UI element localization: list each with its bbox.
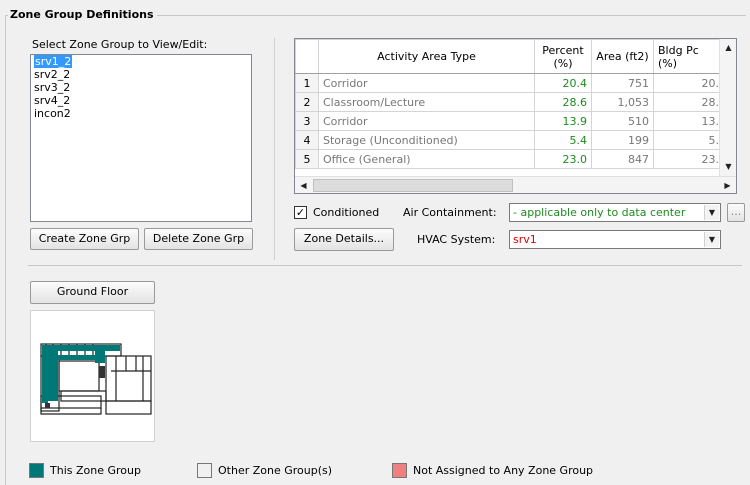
vertical-divider (274, 38, 275, 260)
floor-plan-thumbnail (40, 343, 152, 415)
list-item[interactable]: srv3_2 (31, 81, 251, 94)
percent-cell[interactable]: 20.4 (534, 73, 592, 93)
row-number: 4 (295, 130, 319, 150)
area-cell: 847 (591, 149, 654, 169)
activity-area-grid[interactable]: Activity Area Type Percent (%) Area (ft2)… (294, 38, 737, 194)
bldg-percent-cell: 5. (653, 130, 724, 150)
column-header-percent[interactable]: Percent (%) (534, 39, 592, 74)
other-zone-group-label: Other Zone Group(s) (218, 464, 333, 477)
percent-cell[interactable]: 28.6 (534, 92, 592, 112)
ground-floor-button[interactable]: Ground Floor (30, 281, 155, 304)
triangle-left-icon[interactable]: ◀ (295, 177, 312, 193)
activity-type-cell[interactable]: Classroom/Lecture (318, 92, 535, 112)
list-item[interactable]: srv1_2 (31, 55, 251, 68)
list-item[interactable]: srv2_2 (31, 68, 251, 81)
activity-type-cell[interactable]: Office (General) (318, 149, 535, 169)
air-containment-dropdown[interactable]: - applicable only to data center ▼ (509, 203, 721, 222)
area-cell: 1,053 (591, 92, 654, 112)
air-containment-more-button[interactable]: ... (727, 203, 745, 222)
horizontal-divider (28, 265, 742, 266)
row-number: 5 (295, 149, 319, 169)
conditioned-checkbox[interactable]: ✓ (294, 206, 307, 219)
row-number: 2 (295, 92, 319, 112)
activity-type-cell[interactable]: Corridor (318, 73, 535, 93)
list-item[interactable]: srv4_2 (31, 94, 251, 107)
not-assigned-label: Not Assigned to Any Zone Group (413, 464, 594, 477)
triangle-up-icon[interactable]: ▲ (720, 39, 736, 56)
table-row[interactable]: 5 Office (General) 23.0 847 23. (295, 149, 724, 169)
list-item[interactable]: incon2 (31, 107, 251, 120)
table-row[interactable]: 4 Storage (Unconditioned) 5.4 199 5. (295, 130, 724, 150)
delete-zone-group-button[interactable]: Delete Zone Grp (144, 228, 253, 250)
groupbox-border-left (5, 15, 6, 485)
bldg-percent-cell: 23. (653, 149, 724, 169)
triangle-right-icon[interactable]: ▶ (719, 177, 736, 193)
conditioned-label: Conditioned (313, 206, 380, 219)
percent-cell[interactable]: 13.9 (534, 111, 592, 131)
activity-type-cell[interactable]: Storage (Unconditioned) (318, 130, 535, 150)
table-header-row: Activity Area Type Percent (%) Area (ft2)… (295, 39, 724, 74)
not-assigned-swatch (392, 463, 407, 478)
activity-type-cell[interactable]: Corridor (318, 111, 535, 131)
row-number-header (295, 39, 319, 74)
area-cell: 751 (591, 73, 654, 93)
row-number: 1 (295, 73, 319, 93)
hvac-system-dropdown[interactable]: srv1 ▼ (509, 230, 721, 249)
hvac-system-label: HVAC System: (417, 233, 496, 246)
air-containment-label: Air Containment: (403, 206, 497, 219)
activity-area-table: Activity Area Type Percent (%) Area (ft2)… (295, 39, 724, 169)
percent-cell[interactable]: 5.4 (534, 130, 592, 150)
triangle-down-icon[interactable]: ▼ (704, 205, 719, 220)
bldg-percent-cell: 20. (653, 73, 724, 93)
percent-cell[interactable]: 23.0 (534, 149, 592, 169)
create-zone-group-button[interactable]: Create Zone Grp (30, 228, 139, 250)
row-number: 3 (295, 111, 319, 131)
floor-plan-panel[interactable] (30, 310, 155, 442)
triangle-down-icon[interactable]: ▼ (720, 158, 736, 175)
triangle-down-icon[interactable]: ▼ (704, 232, 719, 247)
this-zone-group-label: This Zone Group (50, 464, 141, 477)
vertical-scrollbar[interactable]: ▲ ▼ (719, 39, 736, 176)
groupbox-title: Zone Group Definitions (8, 8, 157, 21)
area-cell: 199 (591, 130, 654, 150)
area-cell: 510 (591, 111, 654, 131)
other-zone-group-swatch (197, 463, 212, 478)
zone-group-listbox[interactable]: srv1_2 srv2_2 srv3_2 srv4_2 incon2 (30, 54, 252, 222)
scrollbar-thumb[interactable] (313, 179, 513, 192)
table-row[interactable]: 1 Corridor 20.4 751 20. (295, 73, 724, 93)
zone-details-button[interactable]: Zone Details... (294, 228, 394, 251)
bldg-percent-cell: 28. (653, 92, 724, 112)
horizontal-scrollbar[interactable]: ◀ ▶ (295, 176, 736, 193)
bldg-percent-cell: 13. (653, 111, 724, 131)
this-zone-group-swatch (29, 463, 44, 478)
list-label: Select Zone Group to View/Edit: (32, 38, 208, 51)
table-row[interactable]: 3 Corridor 13.9 510 13. (295, 111, 724, 131)
column-header-bldg[interactable]: Bldg Pc (%) (653, 39, 724, 74)
table-row[interactable]: 2 Classroom/Lecture 28.6 1,053 28. (295, 92, 724, 112)
column-header-area[interactable]: Area (ft2) (591, 39, 654, 74)
column-header-activity[interactable]: Activity Area Type (318, 39, 535, 74)
